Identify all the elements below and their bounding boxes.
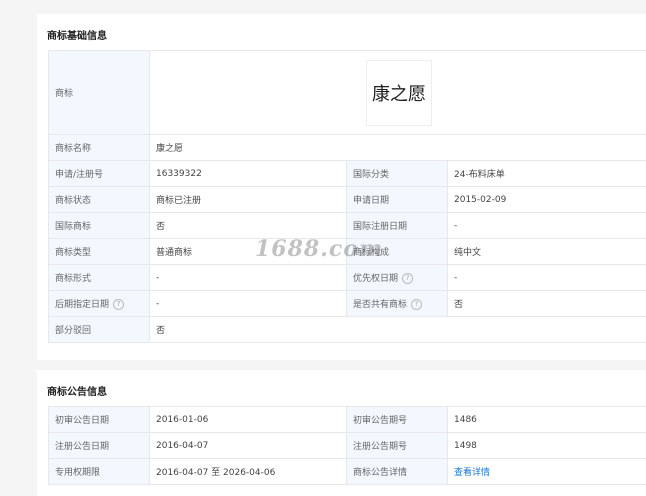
value-reg-announce-date: 2016-04-07 [149, 432, 347, 459]
table-row: 专用权期限 2016-04-07 至 2026-04-06 商标公告详情 查看详… [48, 458, 646, 485]
label-prelim-issue: 初审公告期号 [346, 406, 448, 433]
label-announce-detail: 商标公告详情 [346, 458, 448, 485]
table-row: 申请/注册号 16339322 国际分类 24-布料床单 [48, 160, 646, 187]
table-row: 商标形式 - 优先权日期? - [48, 264, 646, 291]
value-prelim-date: 2016-01-06 [149, 406, 347, 433]
label-apply-date: 申请日期 [346, 186, 448, 213]
label-shared-trademark-text: 是否共有商标 [353, 300, 408, 310]
value-reg-no: 16339322 [149, 160, 347, 187]
label-reg-no: 申请/注册号 [48, 160, 150, 187]
question-circle-icon[interactable]: ? [402, 273, 414, 284]
value-exclusive-period: 2016-04-07 至 2026-04-06 [149, 458, 347, 485]
announcement-title: 商标公告信息 [47, 387, 107, 398]
basic-info-panel: 商标基础信息 商标 康之愿 商标名称 康之愿 申请/注册号 16339322 国… [37, 14, 646, 360]
value-trademark-form: - [149, 264, 347, 291]
view-details-link[interactable]: 查看详情 [454, 468, 490, 478]
table-row: 初审公告日期 2016-01-06 初审公告期号 1486 [48, 406, 646, 433]
table-row: 注册公告日期 2016-04-07 注册公告期号 1498 [48, 432, 646, 459]
label-reg-announce-date: 注册公告日期 [48, 432, 150, 459]
label-composition: 商标构成 [346, 238, 448, 265]
value-trademark-name: 康之愿 [148, 134, 646, 161]
label-prelim-date: 初审公告日期 [48, 406, 150, 433]
trademark-logo: 康之愿 [366, 59, 432, 126]
value-later-designation: - [149, 290, 347, 317]
basic-info-table: 商标 康之愿 商标名称 康之愿 申请/注册号 16339322 国际分类 24-… [48, 50, 646, 343]
logo-row: 商标 康之愿 [48, 50, 646, 135]
value-shared-trademark: 否 [446, 290, 646, 317]
logo-label: 商标 [48, 50, 150, 135]
label-partial-reject: 部分驳回 [48, 316, 150, 343]
basic-info-title: 商标基础信息 [47, 31, 107, 42]
label-intl-class: 国际分类 [346, 160, 448, 187]
label-shared-trademark: 是否共有商标? [346, 290, 448, 317]
value-status: 商标已注册 [149, 186, 347, 213]
label-trademark-form: 商标形式 [48, 264, 150, 291]
label-later-designation-text: 后期指定日期 [55, 300, 110, 310]
label-intl-reg-date: 国际注册日期 [346, 212, 448, 239]
value-intl-trademark: 否 [149, 212, 347, 239]
value-intl-reg-date: - [446, 212, 646, 239]
table-row: 商标状态 商标已注册 申请日期 2015-02-09 [48, 186, 646, 213]
announcement-panel: 商标公告信息 初审公告日期 2016-01-06 初审公告期号 1486 注册公… [37, 370, 646, 496]
value-prelim-issue: 1486 [447, 406, 646, 433]
table-row: 商标名称 康之愿 [48, 134, 646, 161]
announcement-table: 初审公告日期 2016-01-06 初审公告期号 1486 注册公告日期 201… [48, 406, 646, 485]
label-trademark-type: 商标类型 [48, 238, 150, 265]
value-reg-announce-issue: 1498 [447, 432, 646, 459]
question-circle-icon[interactable]: ? [113, 299, 125, 310]
table-row: 部分驳回 否 [48, 316, 646, 343]
table-row: 商标类型 普通商标 商标构成 纯中文 [48, 238, 646, 265]
value-intl-class: 24-布料床单 [446, 160, 646, 187]
table-row: 国际商标 否 国际注册日期 - [48, 212, 646, 239]
label-exclusive-period: 专用权期限 [48, 458, 150, 485]
label-trademark-name: 商标名称 [48, 134, 150, 161]
label-priority-date-text: 优先权日期 [353, 274, 399, 284]
value-trademark-type: 普通商标 [149, 238, 347, 265]
logo-cell: 康之愿 [148, 50, 646, 135]
value-partial-reject: 否 [148, 316, 646, 343]
value-apply-date: 2015-02-09 [446, 186, 646, 213]
table-row: 后期指定日期? - 是否共有商标? 否 [48, 290, 646, 317]
value-announce-detail: 查看详情 [447, 458, 646, 485]
question-circle-icon[interactable]: ? [411, 299, 423, 310]
value-priority-date: - [446, 264, 646, 291]
label-reg-announce-issue: 注册公告期号 [346, 432, 448, 459]
label-intl-trademark: 国际商标 [48, 212, 150, 239]
label-status: 商标状态 [48, 186, 150, 213]
label-later-designation: 后期指定日期? [48, 290, 150, 317]
value-composition: 纯中文 [446, 238, 646, 265]
label-priority-date: 优先权日期? [346, 264, 448, 291]
